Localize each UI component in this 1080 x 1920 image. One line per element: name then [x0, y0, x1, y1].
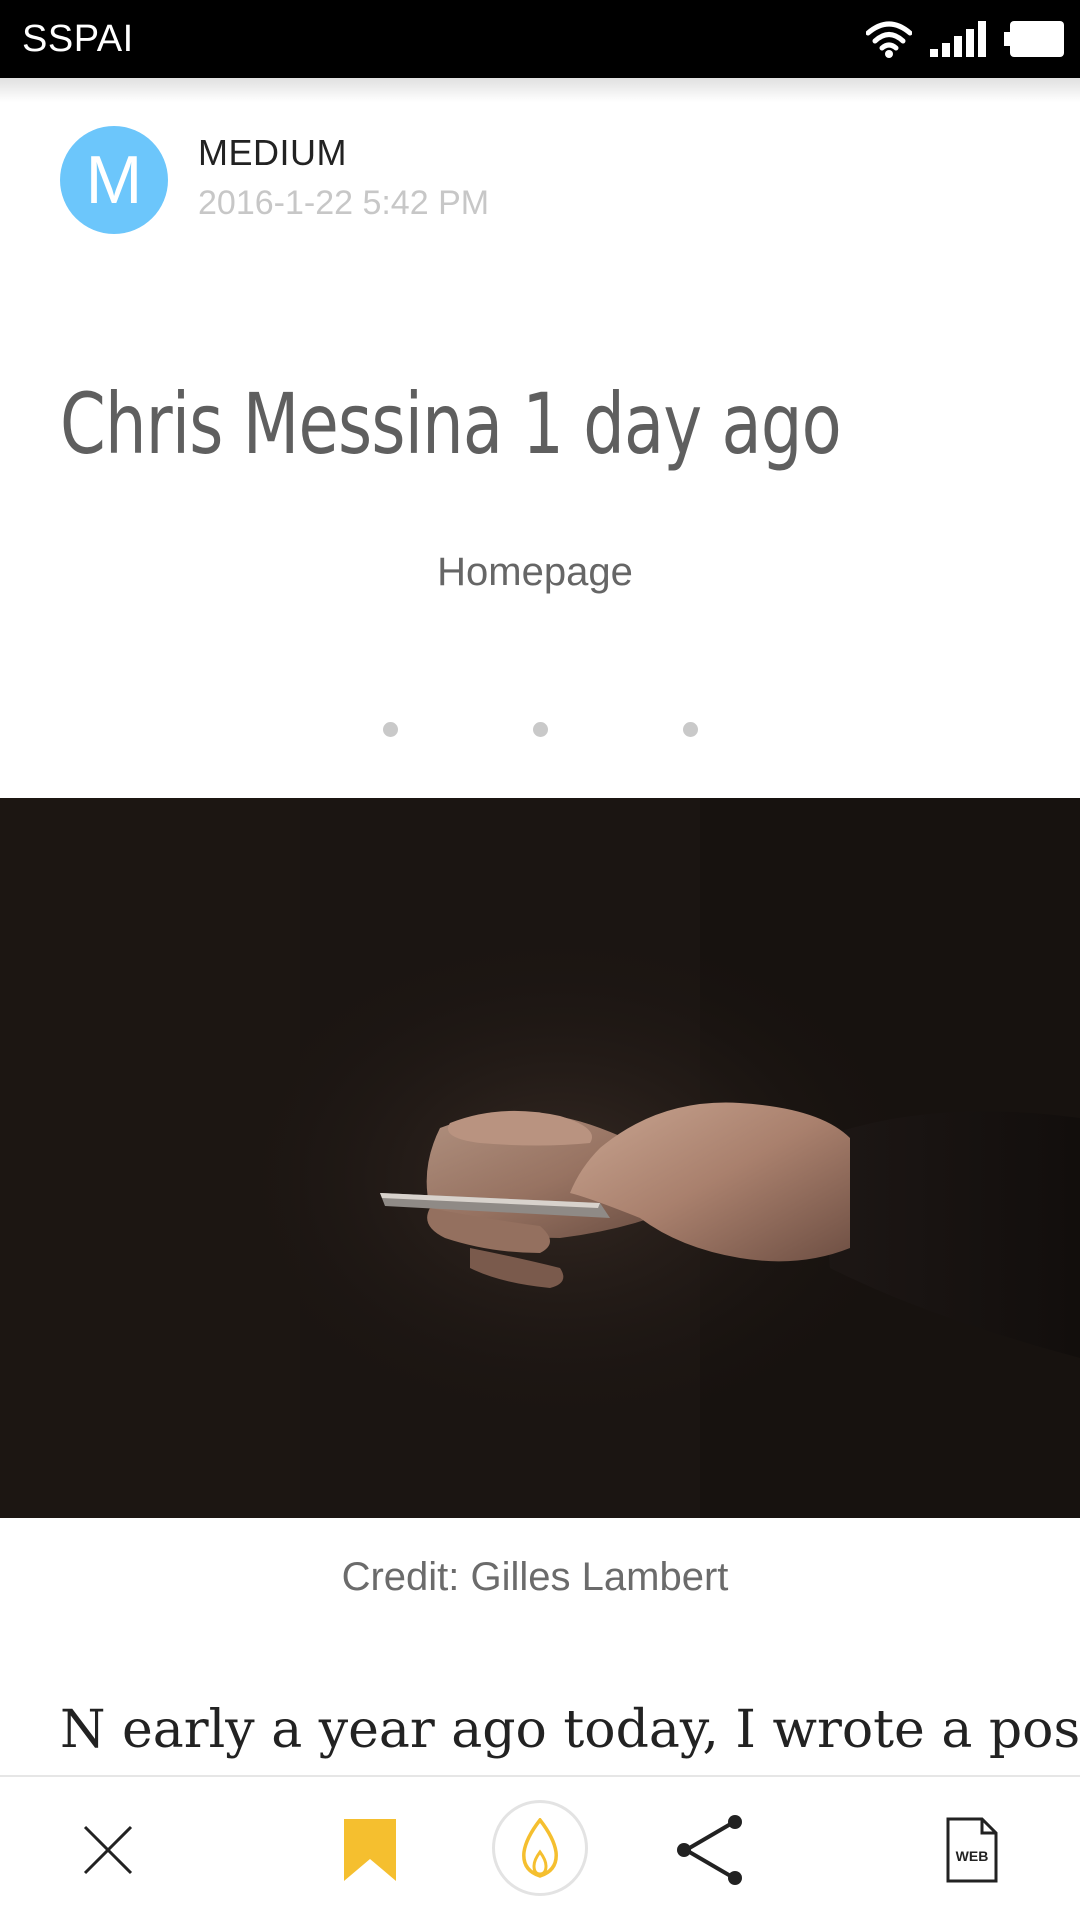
hands-with-phone-illustration — [0, 798, 1080, 1518]
article-screen: SSPAI M MEDIUM 2016-1-22 5:42 PM Chris M… — [0, 0, 1080, 1920]
article-body-first-line: N early a year ago today, I wrote a post — [60, 1700, 1080, 1760]
article-subtitle: Homepage — [437, 550, 633, 594]
separator-dots — [0, 722, 1080, 738]
carrier-label: SSPAI — [22, 17, 134, 60]
separator-dot — [683, 722, 698, 737]
share-button[interactable] — [660, 1805, 760, 1895]
separator-dot — [533, 722, 548, 737]
flame-icon — [518, 1818, 562, 1878]
flame-button-circle — [492, 1800, 588, 1896]
battery-icon — [1004, 21, 1064, 57]
bottom-toolbar: WEB — [0, 1775, 1080, 1920]
hero-image — [0, 798, 1080, 1518]
wifi-icon — [866, 19, 912, 59]
web-icon-label: WEB — [956, 1848, 989, 1864]
flame-button[interactable] — [490, 1798, 590, 1898]
close-button[interactable] — [58, 1805, 158, 1895]
signal-icon — [930, 21, 986, 57]
bookmark-icon — [344, 1819, 396, 1881]
image-credit: Credit: Gilles Lambert — [341, 1555, 729, 1599]
source-meta: MEDIUM 2016-1-22 5:42 PM — [198, 132, 489, 223]
open-web-button[interactable]: WEB — [922, 1805, 1022, 1895]
share-icon — [674, 1814, 746, 1886]
web-document-icon: WEB — [946, 1817, 998, 1883]
bookmark-button[interactable] — [320, 1805, 420, 1895]
article-title: Chris Messina 1 day ago — [60, 375, 842, 473]
status-bar: SSPAI — [0, 0, 1080, 78]
source-header[interactable]: M MEDIUM 2016-1-22 5:42 PM — [60, 125, 489, 235]
avatar[interactable]: M — [60, 126, 168, 234]
avatar-letter: M — [85, 142, 143, 218]
publish-date: 2016-1-22 5:42 PM — [198, 183, 490, 222]
status-icons — [866, 19, 1064, 59]
source-name: MEDIUM — [198, 131, 347, 173]
separator-dot — [383, 722, 398, 737]
status-bar-shadow — [0, 78, 1080, 102]
close-icon — [81, 1823, 135, 1877]
